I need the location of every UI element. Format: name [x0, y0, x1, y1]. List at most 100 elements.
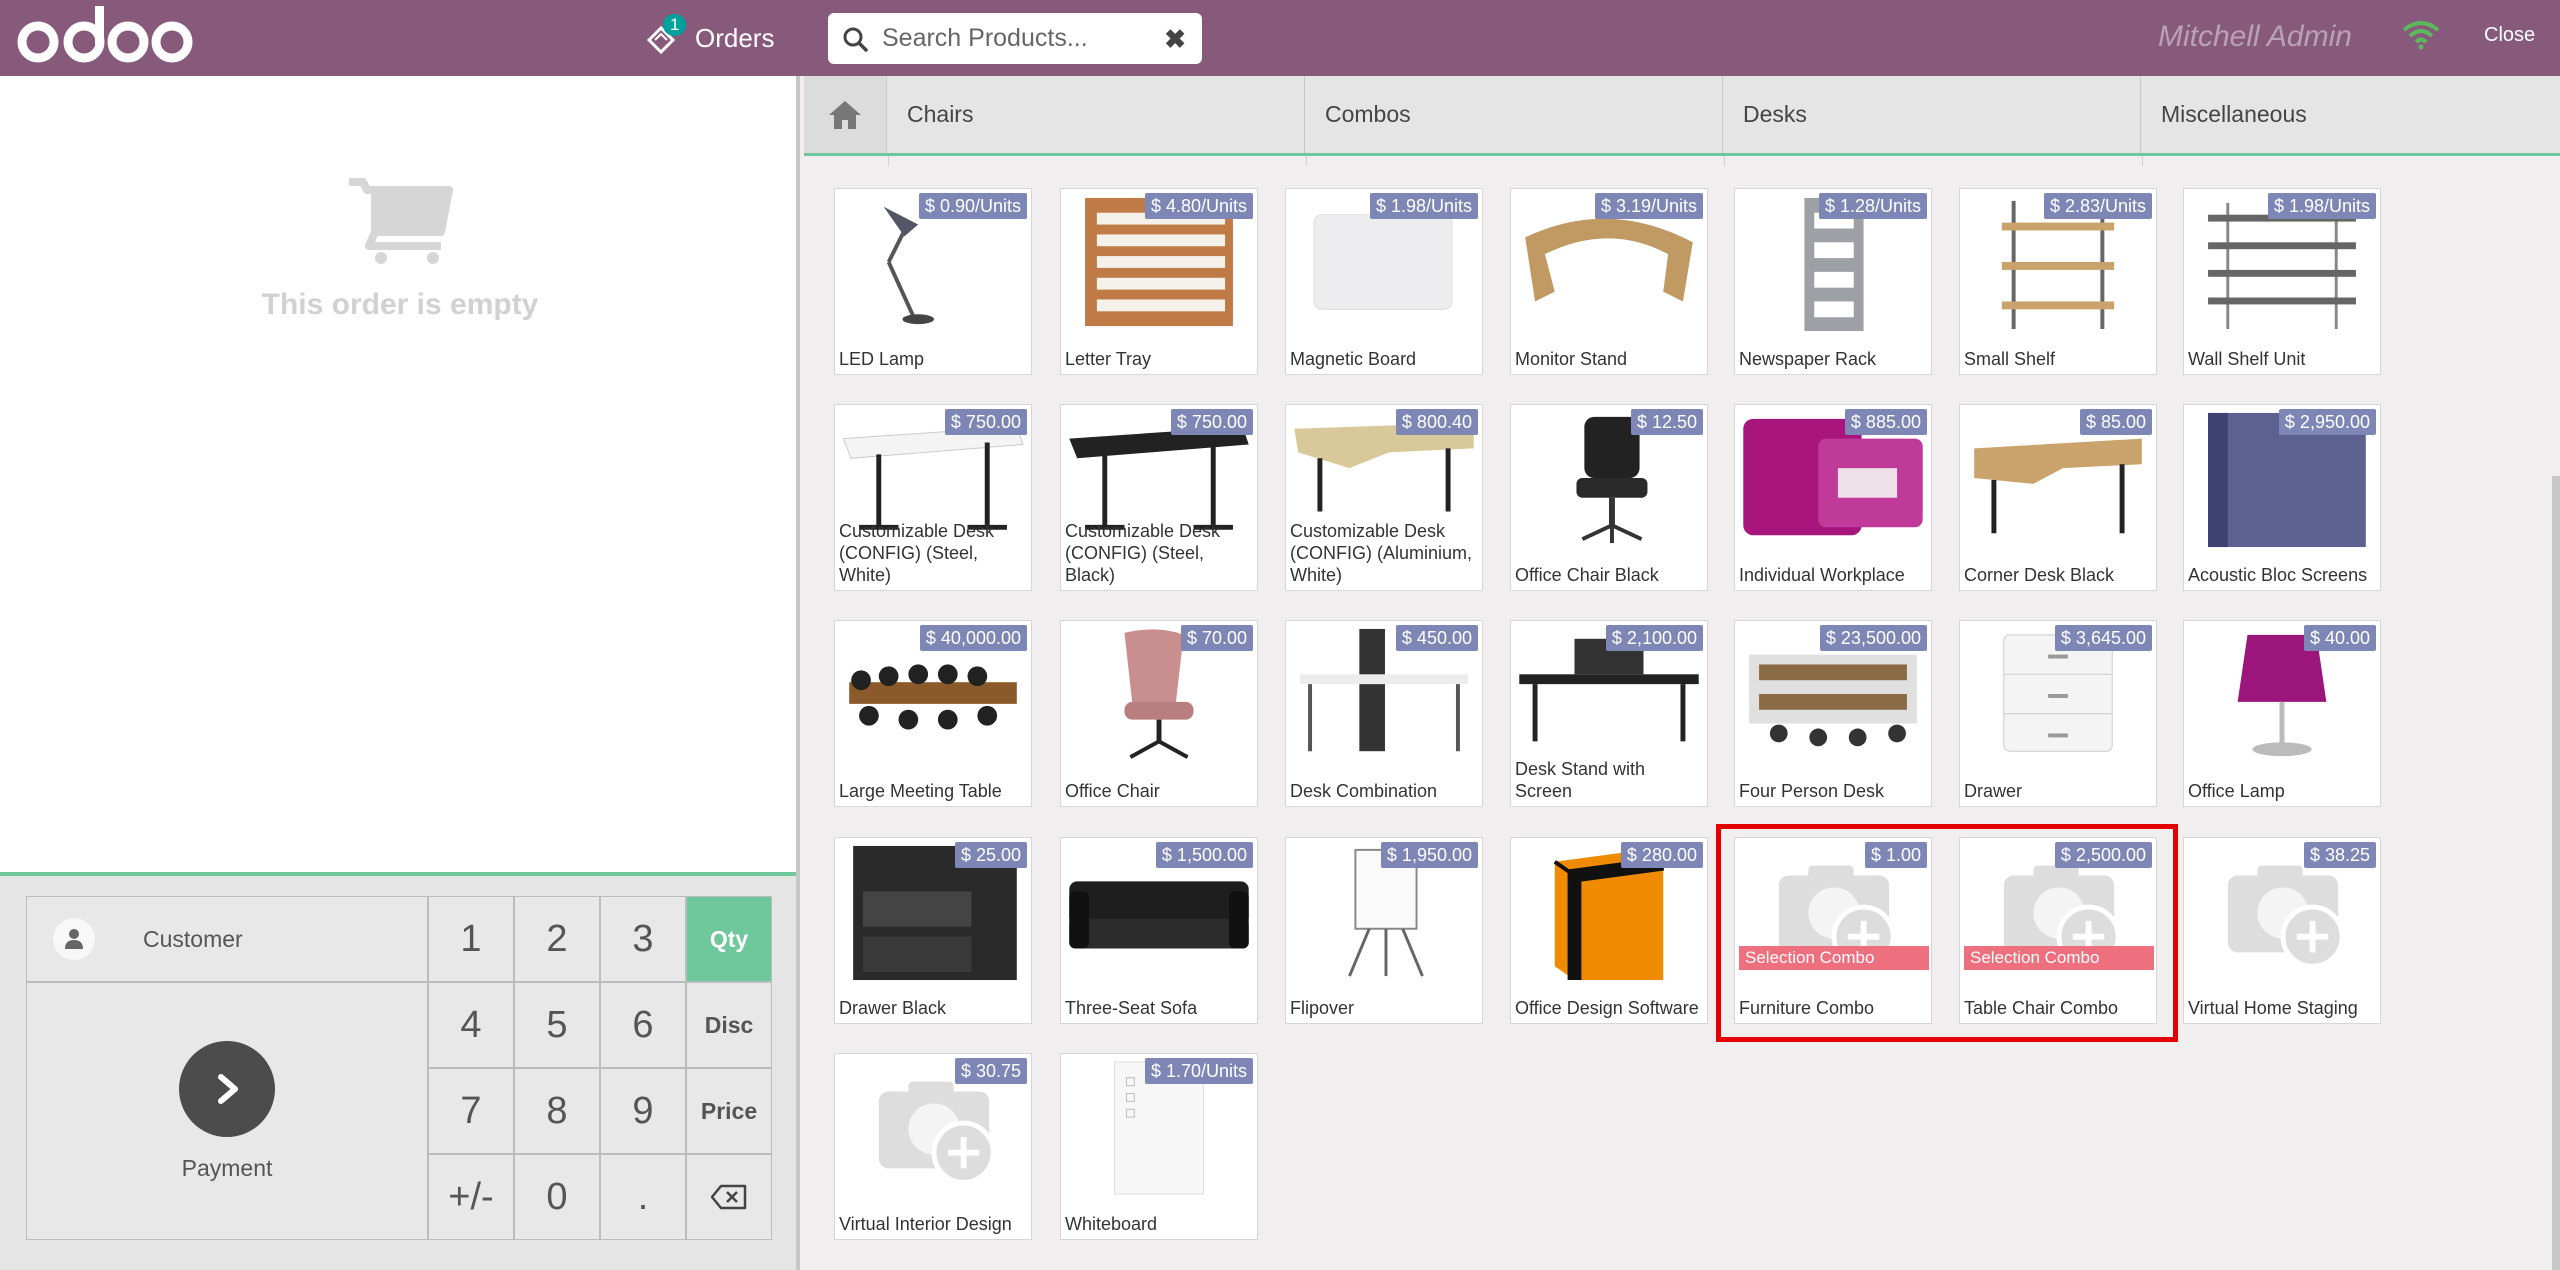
- product-card[interactable]: $ 1.28/Units Newspaper Rack: [1734, 188, 1932, 375]
- product-card[interactable]: $ 2,950.00 Acoustic Bloc Screens: [2183, 404, 2381, 591]
- product-card[interactable]: $ 1,950.00 Flipover: [1285, 837, 1483, 1024]
- product-card[interactable]: $ 450.00 Desk Combination: [1285, 620, 1483, 807]
- product-card[interactable]: $ 3.19/Units Monitor Stand: [1510, 188, 1708, 375]
- backspace-button[interactable]: [686, 1154, 772, 1240]
- product-price-badge: $ 800.40: [1395, 409, 1478, 435]
- numpad-key-plus-minus[interactable]: +/-: [428, 1154, 514, 1240]
- numpad-key-4[interactable]: 4: [428, 982, 514, 1068]
- odoo-logo: [17, 6, 193, 63]
- product-card[interactable]: $ 1.98/Units Magnetic Board: [1285, 188, 1483, 375]
- category-chairs[interactable]: Chairs: [887, 76, 1305, 153]
- product-card[interactable]: $ 30.75 Virtual Interior Design: [834, 1053, 1032, 1240]
- combo-tag: Selection Combo: [1739, 946, 1929, 970]
- product-name: Flipover: [1290, 998, 1355, 1018]
- product-card[interactable]: $ 1.70/Units Whiteboard: [1060, 1053, 1258, 1240]
- category-miscellaneous[interactable]: Miscellaneous: [2141, 76, 2559, 153]
- numpad-key-0[interactable]: 0: [514, 1154, 600, 1240]
- top-bar: 1 Orders ✖ Mitchell Admin Close: [0, 0, 2560, 76]
- numpad-key-7[interactable]: 7: [428, 1068, 514, 1154]
- product-card[interactable]: $ 280.00 Office Design Software: [1510, 837, 1708, 1024]
- product-card[interactable]: $ 70.00 Office Chair: [1060, 620, 1258, 807]
- search-input[interactable]: [882, 24, 1132, 53]
- divider: [888, 156, 889, 166]
- product-price-badge: $ 1,950.00: [1380, 842, 1478, 868]
- product-name: Three-Seat Sofa: [1065, 998, 1198, 1018]
- orders-button[interactable]: 1 Orders: [645, 14, 774, 62]
- numpad-key-1[interactable]: 1: [428, 896, 514, 982]
- product-price-badge: $ 750.00: [1170, 409, 1253, 435]
- divider: [1724, 156, 1725, 166]
- product-name: Table Chair Combo: [1964, 998, 2119, 1018]
- numpad-key-2[interactable]: 2: [514, 896, 600, 982]
- product-card[interactable]: $ 3,645.00 Drawer: [1959, 620, 2157, 807]
- product-name: Drawer Black: [839, 998, 947, 1018]
- numpad-key-5[interactable]: 5: [514, 982, 600, 1068]
- price-mode-button[interactable]: Price: [686, 1068, 772, 1154]
- product-price-badge: $ 450.00: [1395, 625, 1478, 651]
- product-price-badge: $ 25.00: [954, 842, 1027, 868]
- product-name: Office Lamp: [2188, 781, 2285, 801]
- numpad-key-3[interactable]: 3: [600, 896, 686, 982]
- product-card[interactable]: $ 40,000.00 Large Meeting Table: [834, 620, 1032, 807]
- product-card[interactable]: $ 2,500.00 Selection Combo Table Chair Com…: [1959, 837, 2157, 1024]
- product-card[interactable]: $ 750.00 Customizable Desk (CONFIG) (Stee…: [1060, 404, 1258, 591]
- product-price-badge: $ 1,500.00: [1155, 842, 1253, 868]
- product-price-badge: $ 23,500.00: [1819, 625, 1927, 651]
- numpad-key-6[interactable]: 6: [600, 982, 686, 1068]
- product-card[interactable]: $ 12.50 Office Chair Black: [1510, 404, 1708, 591]
- product-card[interactable]: $ 885.00 Individual Workplace: [1734, 404, 1932, 591]
- product-card[interactable]: $ 1.00 Selection Combo Furniture Combo: [1734, 837, 1932, 1024]
- product-card[interactable]: $ 23,500.00 Four Person Desk: [1734, 620, 1932, 807]
- product-price-badge: $ 1.00: [1864, 842, 1927, 868]
- payment-button[interactable]: Payment: [26, 982, 428, 1240]
- numpad-key-8[interactable]: 8: [514, 1068, 600, 1154]
- product-price-badge: $ 4.80/Units: [1144, 193, 1253, 219]
- products-panel: Chairs Combos Desks Miscellaneous $ 0.90…: [804, 76, 2560, 1270]
- product-card[interactable]: $ 38.25 Virtual Home Staging: [2183, 837, 2381, 1024]
- product-name: Wall Shelf Unit: [2188, 349, 2306, 369]
- product-card[interactable]: $ 2,100.00 Desk Stand with Screen: [1510, 620, 1708, 807]
- product-card[interactable]: $ 2.83/Units Small Shelf: [1959, 188, 2157, 375]
- product-name: Letter Tray: [1065, 349, 1152, 369]
- clear-search-icon[interactable]: ✖: [1164, 24, 1186, 55]
- product-name: Newspaper Rack: [1739, 349, 1877, 369]
- product-card[interactable]: $ 750.00 Customizable Desk (CONFIG) (Stee…: [834, 404, 1032, 591]
- customer-label: Customer: [143, 925, 243, 952]
- product-card[interactable]: $ 1.98/Units Wall Shelf Unit: [2183, 188, 2381, 375]
- category-combos[interactable]: Combos: [1305, 76, 1723, 153]
- orders-label: Orders: [695, 22, 775, 53]
- product-card[interactable]: $ 25.00 Drawer Black: [834, 837, 1032, 1024]
- product-name: LED Lamp: [839, 349, 925, 369]
- product-price-badge: $ 1.98/Units: [1369, 193, 1478, 219]
- product-name: Furniture Combo: [1739, 998, 1875, 1018]
- home-category-button[interactable]: [804, 76, 887, 153]
- customer-button[interactable]: Customer: [26, 896, 428, 982]
- person-icon: [53, 918, 95, 960]
- product-card[interactable]: $ 4.80/Units Letter Tray: [1060, 188, 1258, 375]
- empty-order-text: This order is empty: [261, 288, 539, 321]
- numpad-key-dot[interactable]: .: [600, 1154, 686, 1240]
- category-desks[interactable]: Desks: [1723, 76, 2141, 153]
- close-button[interactable]: Close: [2484, 24, 2535, 47]
- product-price-badge: $ 3.19/Units: [1594, 193, 1703, 219]
- product-price-badge: $ 3,645.00: [2054, 625, 2152, 651]
- product-card[interactable]: $ 800.40 Customizable Desk (CONFIG) (Alum…: [1285, 404, 1483, 591]
- product-name: Whiteboard: [1065, 1214, 1158, 1234]
- product-card[interactable]: $ 85.00 Corner Desk Black: [1959, 404, 2157, 591]
- product-card[interactable]: $ 40.00 Office Lamp: [2183, 620, 2381, 807]
- product-price-badge: $ 885.00: [1844, 409, 1927, 435]
- disc-mode-button[interactable]: Disc: [686, 982, 772, 1068]
- product-card[interactable]: $ 1,500.00 Three-Seat Sofa: [1060, 837, 1258, 1024]
- product-price-badge: $ 2,100.00: [1605, 625, 1703, 651]
- product-name: Virtual Home Staging: [2188, 998, 2358, 1018]
- qty-mode-button[interactable]: Qty: [686, 896, 772, 982]
- product-price-badge: $ 40,000.00: [919, 625, 1027, 651]
- product-price-badge: $ 85.00: [2079, 409, 2152, 435]
- product-price-badge: $ 2.83/Units: [2043, 193, 2152, 219]
- product-name: Customizable Desk (CONFIG) (Aluminium, W…: [1290, 521, 1473, 585]
- divider: [2142, 156, 2143, 166]
- product-name: Four Person Desk: [1739, 781, 1885, 801]
- product-card[interactable]: $ 0.90/Units LED Lamp: [834, 188, 1032, 375]
- numpad-key-9[interactable]: 9: [600, 1068, 686, 1154]
- product-list-scrollbar[interactable]: [2552, 476, 2560, 1270]
